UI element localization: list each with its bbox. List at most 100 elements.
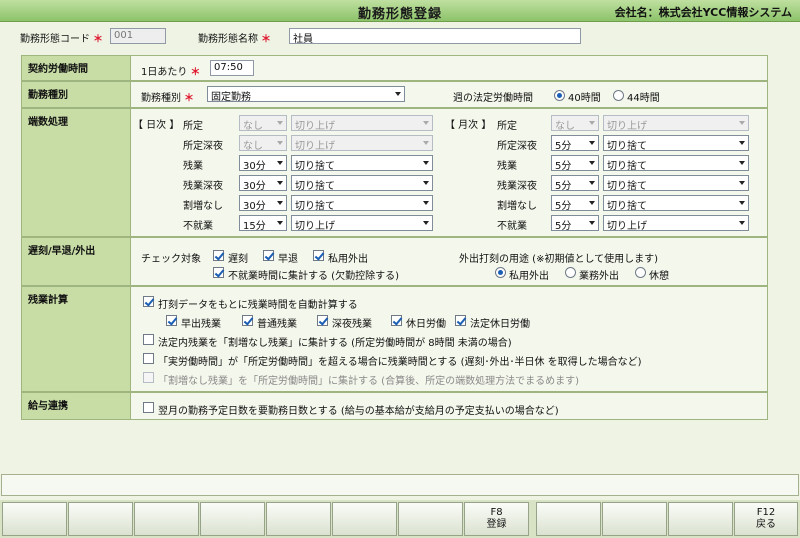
f8-action-label: 登録	[486, 519, 507, 530]
daily-unit-select[interactable]: 30分	[239, 175, 287, 191]
radio-40h[interactable]	[554, 90, 565, 101]
monthly-method-value: 切り上げ	[607, 221, 647, 231]
back-button[interactable]: F12 戻る	[734, 502, 798, 536]
fkey-f2[interactable]	[68, 502, 133, 536]
daily-unit-select[interactable]: なし	[239, 135, 287, 151]
monthly-row-label: 残業	[497, 161, 517, 172]
monthly-method-select[interactable]: 切り上げ	[603, 115, 749, 131]
radio-44h-label: 44時間	[627, 93, 660, 104]
section-work-type: 勤務種別	[21, 81, 131, 108]
monthly-unit-value: 5分	[555, 161, 572, 171]
monthly-method-select[interactable]: 切り上げ	[603, 215, 749, 231]
early-overtime-checkbox[interactable]	[166, 315, 177, 326]
daily-method-value: 切り上げ	[295, 121, 335, 131]
radio-44h[interactable]	[613, 90, 624, 101]
salary-link-label: 翌月の勤務予定日数を要勤務日数とする (給与の基本給が支給月の予定支払いの場合な…	[158, 406, 559, 417]
legal-holiday-work-checkbox[interactable]	[455, 315, 466, 326]
title-bar: 勤務形態登録 会社名：株式会社YCC情報システム	[0, 0, 800, 22]
radio-break-label: 休憩	[649, 271, 669, 282]
daily-unit-select[interactable]: 30分	[239, 155, 287, 171]
monthly-unit-select[interactable]: 5分	[551, 215, 599, 231]
actual-over-scheduled-checkbox[interactable]	[143, 353, 154, 364]
monthly-unit-select[interactable]: 5分	[551, 155, 599, 171]
outing-purpose-label: 外出打刻の用途 (※初期値として使用します)	[459, 254, 659, 265]
monthly-unit-value: 5分	[555, 201, 572, 211]
monthly-unit-select[interactable]: 5分	[551, 175, 599, 191]
monthly-unit-value: なし	[555, 121, 575, 131]
fkey-f4[interactable]	[200, 502, 265, 536]
daily-method-select[interactable]: 切り上げ	[291, 115, 433, 131]
radio-private-out[interactable]	[495, 267, 506, 278]
private-out-label: 私用外出	[328, 254, 368, 265]
nonwork-aggregate-checkbox[interactable]	[213, 267, 224, 278]
code-label: 勤務形態コード＊	[20, 34, 103, 45]
fkey-f9[interactable]	[536, 502, 601, 536]
monthly-method-value: 切り上げ	[607, 121, 647, 131]
legal-within-overtime-label: 法定内残業を「割増なし残業」に集計する (所定労働時間が 8時間 未満の場合)	[158, 338, 512, 349]
monthly-method-select[interactable]: 切り捨て	[603, 135, 749, 151]
daily-method-select[interactable]: 切り上げ	[291, 135, 433, 151]
fkey-f6[interactable]	[332, 502, 397, 536]
early-leave-checkbox[interactable]	[263, 250, 274, 261]
section-salary-body: 翌月の勤務予定日数を要勤務日数とする (給与の基本給が支給月の予定支払いの場合な…	[131, 392, 768, 420]
daily-method-select[interactable]: 切り捨て	[291, 155, 433, 171]
chevron-down-icon	[589, 181, 595, 185]
monthly-row-label: 割増なし	[497, 201, 537, 212]
daily-unit-value: なし	[243, 121, 263, 131]
daily-unit-select[interactable]: なし	[239, 115, 287, 131]
monthly-method-select[interactable]: 切り捨て	[603, 155, 749, 171]
chevron-down-icon	[423, 201, 429, 205]
legal-within-overtime-checkbox[interactable]	[143, 334, 154, 345]
monthly-row-label: 所定深夜	[497, 141, 537, 152]
monthly-method-select[interactable]: 切り捨て	[603, 195, 749, 211]
monthly-unit-select[interactable]: なし	[551, 115, 599, 131]
fkey-f5[interactable]	[266, 502, 331, 536]
night-overtime-label: 深夜残業	[332, 319, 372, 330]
monthly-unit-select[interactable]: 5分	[551, 195, 599, 211]
monthly-label: 【 月次 】	[445, 120, 492, 131]
fkey-f3[interactable]	[134, 502, 199, 536]
salary-link-checkbox[interactable]	[143, 402, 154, 413]
company-name: 会社名：株式会社YCC情報システム	[614, 6, 792, 19]
monthly-method-select[interactable]: 切り捨て	[603, 175, 749, 191]
no-premium-aggregate-label: 「割増なし残業」を「所定労働時間」に集計する (合算後、所定の端数処理方法でまる…	[158, 376, 579, 387]
no-premium-aggregate-checkbox[interactable]	[143, 372, 154, 383]
code-input[interactable]: 001	[110, 28, 166, 44]
late-label: 遅刻	[228, 254, 248, 265]
private-out-checkbox[interactable]	[313, 250, 324, 261]
daily-row-label: 割増なし	[183, 201, 223, 212]
daily-unit-select[interactable]: 30分	[239, 195, 287, 211]
daily-method-select[interactable]: 切り捨て	[291, 195, 433, 211]
chevron-down-icon	[395, 92, 401, 96]
normal-overtime-label: 普通残業	[257, 319, 297, 330]
fkey-f1[interactable]	[2, 502, 67, 536]
contract-time-input[interactable]: 07:50	[210, 60, 254, 76]
radio-break[interactable]	[635, 267, 646, 278]
fkey-f10[interactable]	[602, 502, 667, 536]
auto-calc-checkbox[interactable]	[143, 296, 154, 307]
daily-method-select[interactable]: 切り上げ	[291, 215, 433, 231]
daily-row-label: 不就業	[183, 221, 213, 232]
register-button[interactable]: F8 登録	[464, 502, 529, 536]
daily-method-select[interactable]: 切り捨て	[291, 175, 433, 191]
monthly-unit-select[interactable]: 5分	[551, 135, 599, 151]
holiday-work-checkbox[interactable]	[391, 315, 402, 326]
chevron-down-icon	[423, 181, 429, 185]
section-late: 遅刻/早退/外出	[21, 237, 131, 286]
daily-unit-value: なし	[243, 141, 263, 151]
late-checkbox[interactable]	[213, 250, 224, 261]
daily-row-label: 所定深夜	[183, 141, 223, 152]
section-contract-body: 1日あたり＊ 07:50	[131, 55, 768, 81]
chevron-down-icon	[423, 221, 429, 225]
normal-overtime-checkbox[interactable]	[242, 315, 253, 326]
daily-unit-select[interactable]: 15分	[239, 215, 287, 231]
early-overtime-label: 早出残業	[181, 319, 221, 330]
night-overtime-checkbox[interactable]	[317, 315, 328, 326]
chevron-down-icon	[589, 221, 595, 225]
name-input[interactable]: 社員	[289, 28, 581, 44]
section-rounding-body: 【 日次 】 【 月次 】 所定 なし 切り上げ 所定深夜 なし 切り上げ 残業 30分 切り捨…	[131, 108, 768, 237]
fkey-f11[interactable]	[668, 502, 733, 536]
radio-business-out[interactable]	[565, 267, 576, 278]
work-type-select[interactable]: 固定勤務	[207, 86, 405, 102]
fkey-f7[interactable]	[398, 502, 463, 536]
